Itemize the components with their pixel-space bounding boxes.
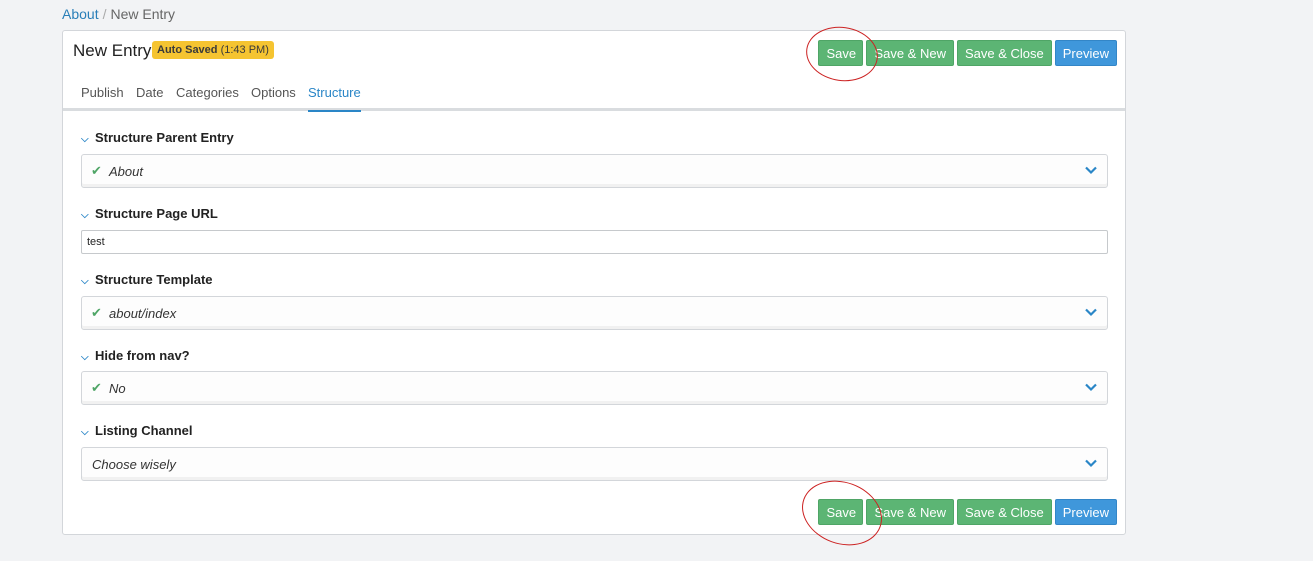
save-close-button[interactable]: Save & Close (956, 40, 1052, 66)
chevron-down-icon: ⌵ (81, 352, 89, 363)
save-button[interactable]: Save (818, 40, 864, 66)
page-url-input[interactable] (81, 230, 1108, 254)
check-icon: ✔ (91, 305, 102, 320)
hide-nav-select[interactable]: ✔ No (81, 371, 1108, 405)
chevron-down-icon: ⌵ (81, 427, 89, 438)
save-new-button[interactable]: Save & New (866, 40, 954, 66)
autosave-badge: Auto Saved (1:43 PM) (152, 41, 274, 59)
entry-panel: New Entry Auto Saved (1:43 PM) Save Save… (62, 30, 1126, 535)
tab-publish[interactable]: Publish (81, 85, 124, 110)
chevron-down-icon (1085, 383, 1097, 392)
autosave-time: (1:43 PM) (220, 44, 269, 56)
field-label-text: Structure Parent Entry (95, 130, 234, 145)
breadcrumb-separator: / (102, 6, 107, 22)
check-icon: ✔ (91, 163, 102, 178)
template-select[interactable]: ✔ about/index (81, 296, 1108, 330)
chevron-down-icon: ⌵ (81, 210, 89, 221)
field-label-parent-entry[interactable]: ⌵ Structure Parent Entry (81, 130, 234, 145)
chevron-down-icon (1085, 166, 1097, 175)
chevron-down-icon (1085, 459, 1097, 468)
chevron-down-icon (1085, 308, 1097, 317)
field-label-text: Structure Page URL (95, 206, 218, 221)
select-value: Choose wisely (92, 457, 176, 472)
preview-button[interactable]: Preview (1054, 40, 1117, 66)
breadcrumb-link-about[interactable]: About (62, 6, 99, 22)
tab-bar: Publish Date Categories Options Structur… (63, 73, 1125, 112)
select-value: No (109, 381, 126, 396)
parent-entry-select[interactable]: ✔ About (81, 154, 1108, 188)
chevron-down-icon: ⌵ (81, 134, 89, 145)
autosave-label: Auto Saved (157, 44, 218, 56)
save-close-button[interactable]: Save & Close (956, 499, 1052, 525)
select-value: about/index (109, 306, 177, 321)
check-icon: ✔ (91, 380, 102, 395)
select-value: About (109, 164, 143, 179)
field-label-page-url[interactable]: ⌵ Structure Page URL (81, 206, 218, 221)
preview-button[interactable]: Preview (1054, 499, 1117, 525)
top-action-bar: Save Save & New Save & Close Preview (818, 40, 1117, 66)
listing-channel-select[interactable]: Choose wisely (81, 447, 1108, 481)
field-label-listing-channel[interactable]: ⌵ Listing Channel (81, 423, 193, 438)
field-label-template[interactable]: ⌵ Structure Template (81, 272, 213, 287)
field-label-text: Structure Template (95, 272, 213, 287)
breadcrumb-current: New Entry (110, 6, 176, 22)
tab-options[interactable]: Options (251, 85, 296, 110)
tab-structure[interactable]: Structure (308, 85, 361, 112)
tab-categories[interactable]: Categories (176, 85, 239, 110)
field-label-text: Hide from nav? (95, 348, 190, 363)
tab-date[interactable]: Date (136, 85, 163, 110)
page-title: New Entry (73, 41, 152, 60)
save-new-button[interactable]: Save & New (866, 499, 954, 525)
chevron-down-icon: ⌵ (81, 276, 89, 287)
field-label-text: Listing Channel (95, 423, 193, 438)
bottom-action-bar: Save Save & New Save & Close Preview (818, 499, 1117, 525)
field-label-hide-nav[interactable]: ⌵ Hide from nav? (81, 348, 190, 363)
breadcrumb: About / New Entry (62, 6, 175, 22)
save-button[interactable]: Save (818, 499, 864, 525)
